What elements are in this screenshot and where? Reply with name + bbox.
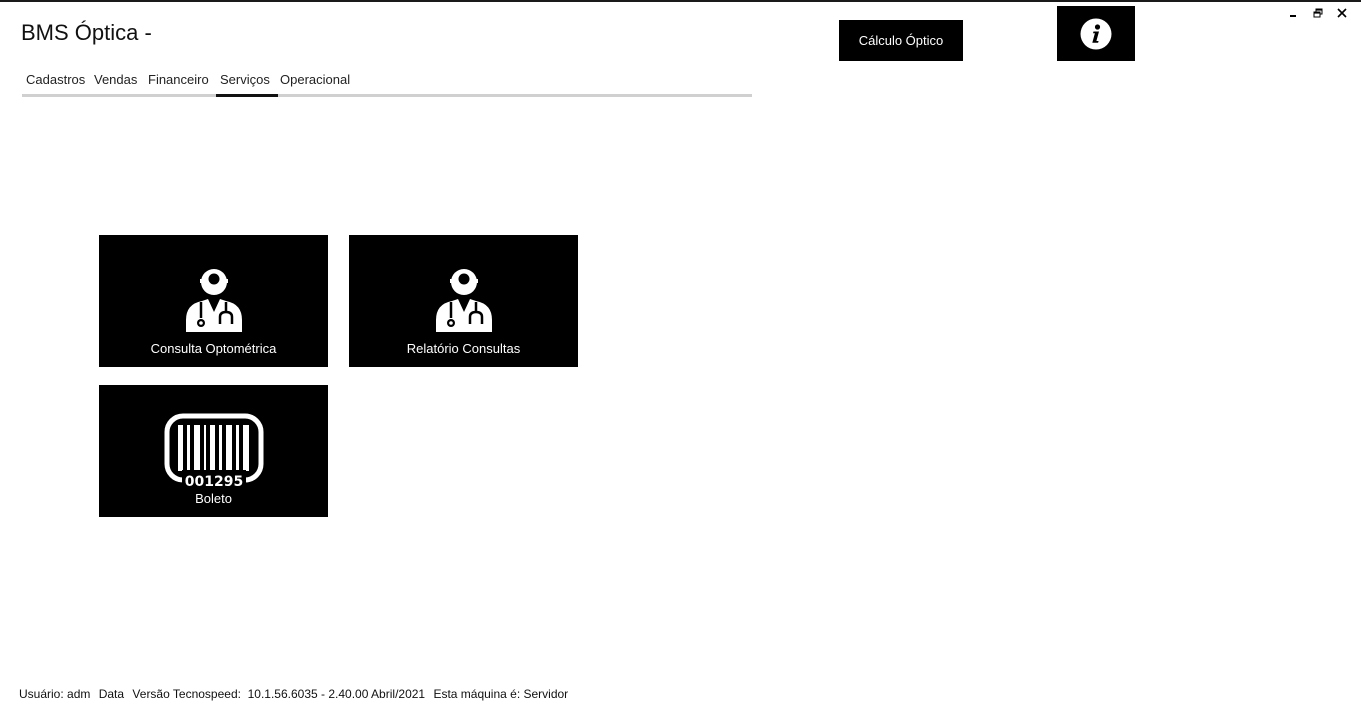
- status-machine: Esta máquina é: Servidor: [433, 687, 569, 701]
- close-icon: [1337, 8, 1347, 18]
- doctor-icon: [435, 269, 492, 332]
- status-date: Data: [98, 687, 125, 701]
- status-user: Usuário: adm: [19, 687, 91, 701]
- tab-cadastros[interactable]: Cadastros: [22, 71, 89, 94]
- info-icon: [1080, 18, 1112, 49]
- barcode-number: 001295: [184, 474, 242, 489]
- info-button[interactable]: [1057, 6, 1135, 61]
- app-title: BMS Óptica -: [21, 20, 152, 45]
- calculo-optico-button[interactable]: Cálculo Óptico: [839, 20, 963, 61]
- window-top-border: [0, 0, 1361, 2]
- tab-operacional[interactable]: Operacional: [276, 71, 354, 94]
- tab-vendas[interactable]: Vendas: [90, 71, 141, 94]
- tile-label: Relatório Consultas: [406, 341, 521, 356]
- tab-financeiro[interactable]: Financeiro: [144, 71, 213, 94]
- barcode-icon: 001295: [164, 413, 263, 489]
- main-tabs: Cadastros Vendas Financeiro Serviços Ope…: [22, 69, 752, 97]
- minimize-icon: [1290, 15, 1296, 17]
- tile-boleto[interactable]: 001295 Boleto: [99, 385, 328, 517]
- status-version: Versão Tecnospeed: 10.1.56.6035 - 2.40.0…: [132, 687, 426, 701]
- tile-consulta-optometrica[interactable]: Consulta Optométrica: [99, 235, 328, 367]
- close-button[interactable]: [1334, 5, 1350, 21]
- restore-button[interactable]: [1310, 5, 1326, 21]
- tile-label: Consulta Optométrica: [150, 341, 277, 356]
- doctor-icon: [185, 269, 242, 332]
- tile-relatorio-consultas[interactable]: Relatório Consultas: [349, 235, 578, 367]
- status-bar: Usuário: adm Data Versão Tecnospeed: 10.…: [19, 687, 573, 701]
- restore-icon: [1313, 8, 1323, 18]
- minimize-button[interactable]: [1285, 5, 1301, 21]
- tab-servicos[interactable]: Serviços: [216, 71, 278, 97]
- tile-label: Boleto: [195, 491, 232, 506]
